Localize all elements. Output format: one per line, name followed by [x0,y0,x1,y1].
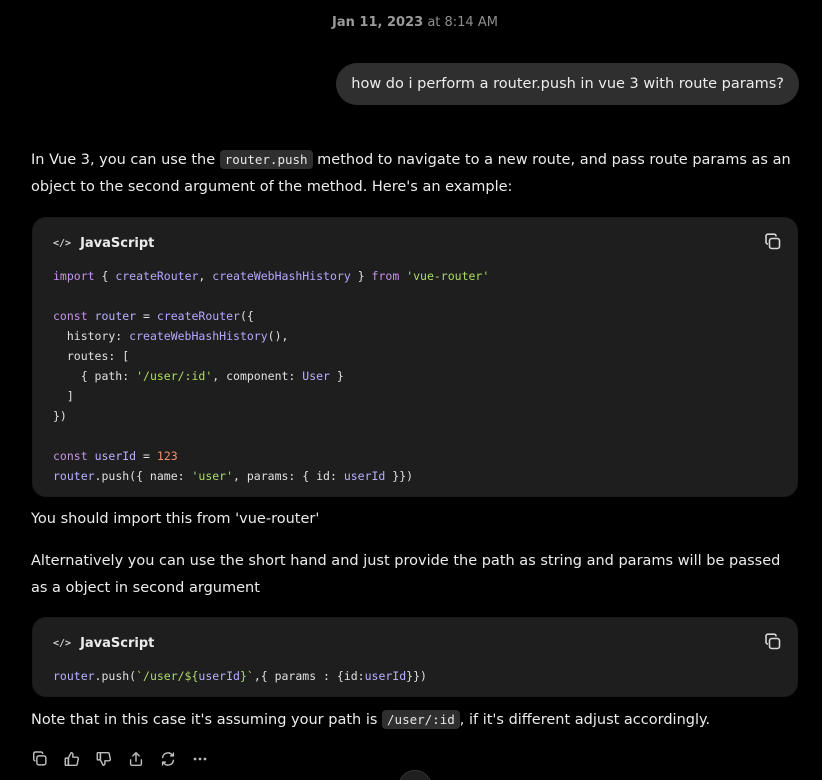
note-import: You should import this from 'vue-router' [31,511,320,527]
message-actions [30,749,210,769]
user-message-bubble: how do i perform a router.push in vue 3 … [336,63,799,105]
final-text-start: Note that in this case it's assuming you… [31,712,383,728]
timestamp-time: at 8:14 AM [427,15,498,30]
thumbs-up-icon [64,751,80,767]
more-icon [193,757,207,761]
code-block-header: </> JavaScript [53,632,783,652]
copy-icon [32,751,47,766]
inline-code-path: /user/:id [382,710,460,729]
user-message-text: how do i perform a router.push in vue 3 … [351,76,784,92]
response-intro: In Vue 3, you can use the router.push me… [31,146,801,201]
code-token: import [53,269,95,283]
copy-button[interactable] [30,749,50,769]
code-block-2: </> JavaScript router.push(`/user/${user… [32,617,798,697]
code-block-header: </> JavaScript [53,232,783,252]
scroll-down-button[interactable] [398,770,432,780]
chat-page: Jan 11, 2023 at 8:14 AM how do i perform… [0,0,822,780]
alternative-text: Alternatively you can use the short hand… [31,553,781,596]
copy-icon[interactable] [763,632,783,652]
thumbs-down-button[interactable] [94,749,114,769]
code-language-label: JavaScript [80,635,155,651]
code-language-label: JavaScript [80,235,155,251]
share-button[interactable] [126,749,146,769]
more-button[interactable] [190,749,210,769]
code-icon: </> [53,637,72,649]
regenerate-button[interactable] [158,749,178,769]
timestamp-date: Jan 11, 2023 [332,15,424,30]
code-block-1: </> JavaScript import { createRouter, cr… [32,217,798,497]
code-icon: </> [53,237,72,249]
final-note: Note that in this case it's assuming you… [31,706,801,734]
thumbs-down-icon [96,751,112,767]
share-icon [129,751,143,767]
code-content-1: import { createRouter, createWebHashHist… [53,269,490,483]
inline-code-router-push: router.push [219,150,313,169]
code-content-2: router.push(`/user/${userId}`,{ params :… [53,669,427,683]
thumbs-up-button[interactable] [62,749,82,769]
final-text-end: , if it's different adjust accordingly. [459,712,711,728]
regenerate-icon [161,752,175,766]
intro-text-start: In Vue 3, you can use the [31,152,220,168]
copy-icon[interactable] [763,232,783,252]
message-timestamp: Jan 11, 2023 at 8:14 AM [0,15,822,30]
